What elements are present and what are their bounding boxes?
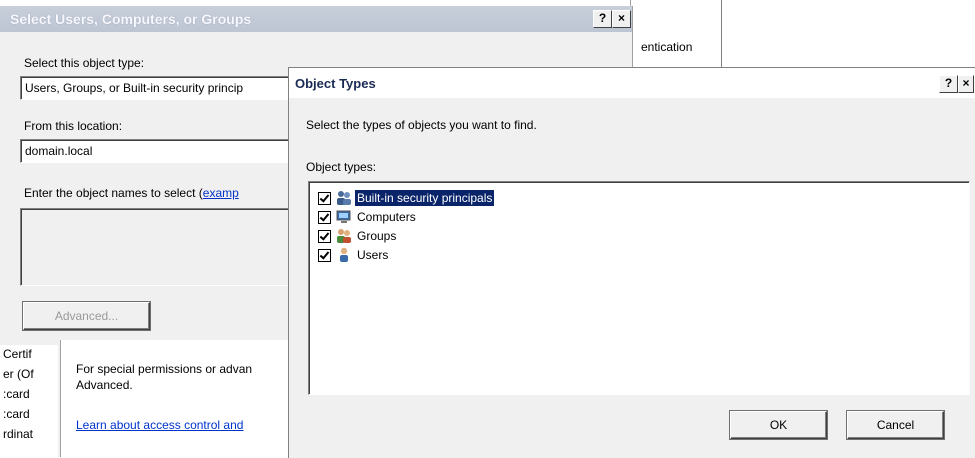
learn-access-control-link[interactable]: Learn about access control and	[76, 418, 243, 432]
note-text: For special permissions or advan	[76, 362, 253, 376]
enter-names-text: Enter the object names to select (	[24, 186, 203, 200]
object-types-dialog: Object Types ? × Select the types of obj…	[288, 67, 975, 458]
close-button[interactable]: ×	[958, 75, 974, 93]
background-text: entication	[641, 40, 693, 54]
instruction-text: Select the types of objects you want to …	[306, 118, 537, 132]
object-names-input[interactable]	[20, 208, 298, 286]
divider	[721, 0, 722, 67]
list-item-label: Users	[357, 248, 389, 262]
list-item[interactable]: Computers	[318, 208, 418, 226]
examples-link[interactable]: examp	[203, 186, 239, 200]
select-dialog-titlebar[interactable]: Select Users, Computers, or Groups ? ×	[0, 6, 632, 32]
list-item-label: Built-in security principals	[355, 190, 495, 206]
object-type-label: Select this object type:	[24, 56, 145, 70]
object-types-titlebar[interactable]: Object Types ? ×	[289, 68, 975, 98]
help-button[interactable]: ?	[939, 75, 958, 93]
object-types-label: Object types:	[306, 160, 377, 174]
list-item-label: Computers	[357, 210, 416, 224]
checkbox-groups[interactable]	[318, 229, 331, 243]
checkbox-built-in[interactable]	[318, 191, 331, 205]
security-principals-icon	[337, 191, 351, 205]
user-icon	[340, 247, 348, 262]
help-button[interactable]: ?	[593, 10, 612, 28]
list-item-label: Groups	[357, 229, 397, 243]
enter-names-label: Enter the object names to select (examp	[24, 186, 239, 200]
background-list-fragment: Certif er (Of :card :card rdinat	[0, 345, 58, 457]
object-type-field: Users, Groups, or Built-in security prin…	[20, 76, 298, 100]
object-types-list[interactable]: Built-in security principals Computers G…	[308, 181, 970, 395]
select-dialog-title: Select Users, Computers, or Groups	[10, 11, 252, 27]
background-text: er (Of	[3, 367, 34, 381]
close-button[interactable]: ×	[612, 10, 631, 28]
checkbox-computers[interactable]	[318, 210, 331, 224]
background-text: Certif	[3, 347, 32, 361]
checkbox-users[interactable]	[318, 248, 331, 262]
list-item[interactable]: Groups	[318, 227, 398, 245]
computer-icon	[336, 210, 351, 223]
background-text: :card	[3, 387, 30, 401]
advanced-note-panel: For special permissions or advan Advance…	[60, 340, 301, 457]
advanced-button[interactable]: Advanced...	[23, 302, 150, 330]
note-text: Advanced.	[76, 378, 133, 392]
location-field: domain.local	[20, 139, 298, 163]
background-text: :card	[3, 407, 30, 421]
cancel-button[interactable]: Cancel	[847, 411, 944, 439]
background-text: rdinat	[3, 427, 34, 441]
background-window-fragment: entication	[630, 0, 723, 67]
object-types-title: Object Types	[295, 76, 376, 91]
list-item[interactable]: Users	[318, 246, 390, 264]
ok-button[interactable]: OK	[730, 411, 827, 439]
group-icon	[337, 229, 351, 243]
location-label: From this location:	[24, 119, 123, 133]
list-item[interactable]: Built-in security principals	[318, 189, 495, 207]
